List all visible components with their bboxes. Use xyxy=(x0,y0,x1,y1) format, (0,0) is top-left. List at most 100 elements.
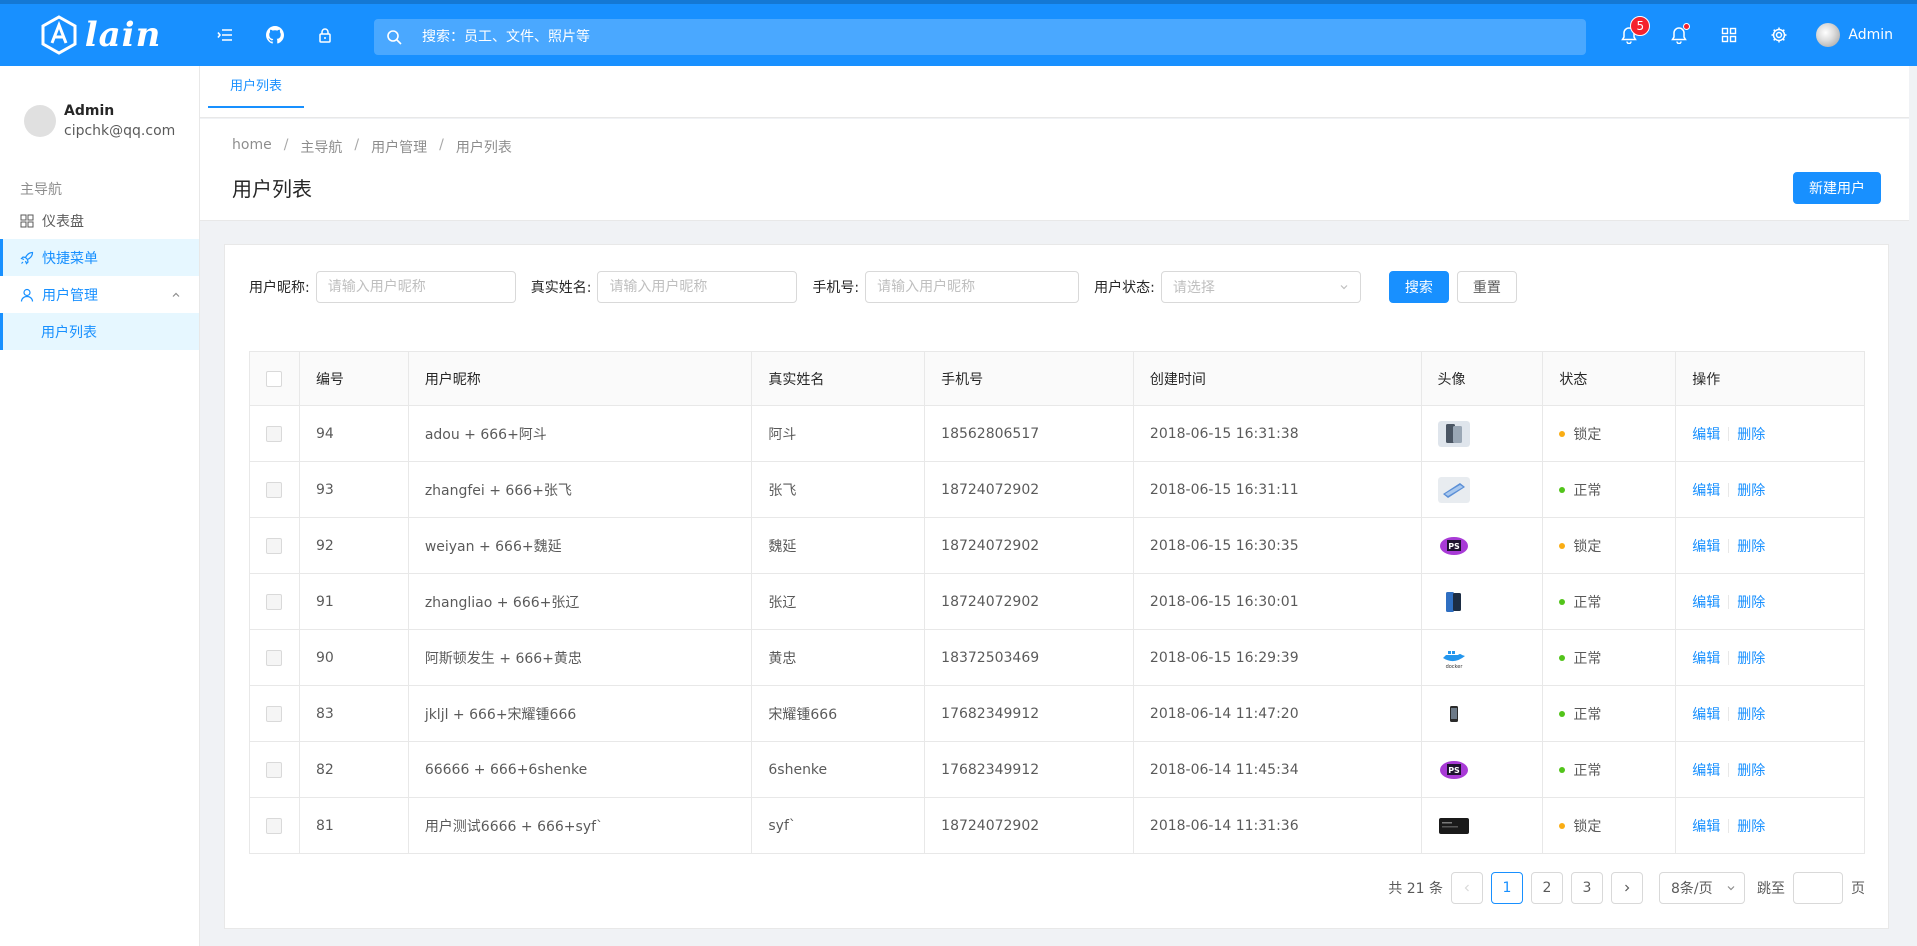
page-button-3[interactable]: 3 xyxy=(1571,872,1603,904)
delete-link[interactable]: 删除 xyxy=(1737,424,1765,444)
table-row[interactable]: 92 weiyan + 666+魏延 魏延 18724072902 2018-06-15… xyxy=(250,518,1864,574)
edit-link[interactable]: 编辑 xyxy=(1692,592,1720,612)
tab-user-list[interactable]: 用户列表 xyxy=(208,76,304,108)
notification-bell-icon[interactable]: 5 xyxy=(1604,10,1654,60)
column-header[interactable]: 状态 xyxy=(1543,352,1677,405)
table-row[interactable]: 91 zhangliao + 666+张辽 张辽 18724072902 2018-06… xyxy=(250,574,1864,630)
row-checkbox[interactable] xyxy=(266,705,283,722)
jump-page-input[interactable] xyxy=(1793,872,1843,904)
realname-input[interactable] xyxy=(597,271,798,303)
delete-link[interactable]: 删除 xyxy=(1737,480,1765,500)
github-icon[interactable] xyxy=(250,10,300,60)
column-header[interactable]: 创建时间 xyxy=(1134,352,1422,405)
table-row[interactable]: 82 66666 + 666+6shenke 6shenke 17682349912 2… xyxy=(250,742,1864,798)
header-user-menu[interactable]: Admin xyxy=(1804,23,1905,47)
delete-link[interactable]: 删除 xyxy=(1737,648,1765,668)
cell-actions: 编辑 删除 xyxy=(1676,462,1864,517)
task-bell-icon[interactable] xyxy=(1654,10,1704,60)
column-header[interactable]: 操作 xyxy=(1676,352,1864,405)
status-text: 正常 xyxy=(1573,762,1602,779)
sidebar-user-info[interactable]: Admin cipchk@qq.com xyxy=(0,66,199,148)
avatar-thumbnail[interactable] xyxy=(1437,588,1470,615)
user-table: 编号 用户昵称 真实姓名 手机号 创建时间 头像 状态 操作 94 adou + … xyxy=(249,351,1865,854)
cell-avatar: PS xyxy=(1422,742,1544,797)
column-header[interactable]: 用户昵称 xyxy=(409,352,753,405)
new-user-button[interactable]: 新建用户 xyxy=(1793,172,1881,204)
edit-link[interactable]: 编辑 xyxy=(1692,816,1720,836)
top-header: lain 5 Admin xyxy=(0,0,1917,66)
delete-link[interactable]: 删除 xyxy=(1737,536,1765,556)
edit-link[interactable]: 编辑 xyxy=(1692,704,1720,724)
nickname-label: 用户昵称: xyxy=(249,280,310,296)
nickname-input[interactable] xyxy=(315,271,516,303)
reset-button[interactable]: 重置 xyxy=(1456,271,1517,303)
column-header[interactable]: 头像 xyxy=(1422,352,1544,405)
row-checkbox[interactable] xyxy=(266,817,283,834)
row-checkbox[interactable] xyxy=(266,537,283,554)
breadcrumb-home[interactable]: home xyxy=(232,137,272,157)
breadcrumb-user-management[interactable]: 用户管理 xyxy=(371,137,427,157)
row-checkbox[interactable] xyxy=(266,425,283,442)
search-input[interactable] xyxy=(414,29,1586,45)
table-row[interactable]: 83 jkljl + 666+宋耀锺666 宋耀锺666 17682349912 201… xyxy=(250,686,1864,742)
settings-gear-icon[interactable] xyxy=(1754,10,1804,60)
page-button-1[interactable]: 1 xyxy=(1491,872,1523,904)
avatar-thumbnail[interactable]: docker xyxy=(1437,644,1470,671)
avatar-thumbnail[interactable] xyxy=(1437,420,1470,447)
column-header[interactable]: 真实姓名 xyxy=(752,352,926,405)
sidebar-item-user-management[interactable]: 用户管理 xyxy=(0,276,199,313)
page-button-2[interactable]: 2 xyxy=(1531,872,1563,904)
edit-link[interactable]: 编辑 xyxy=(1692,536,1720,556)
delete-link[interactable]: 删除 xyxy=(1737,704,1765,724)
logo[interactable]: lain xyxy=(0,4,200,66)
sidebar-subitem-user-list[interactable]: 用户列表 xyxy=(0,313,199,350)
delete-link[interactable]: 删除 xyxy=(1737,592,1765,612)
cell-realname: 魏延 xyxy=(752,518,926,573)
row-checkbox[interactable] xyxy=(266,761,283,778)
global-search[interactable] xyxy=(374,19,1586,55)
cell-nickname: zhangfei + 666+张飞 xyxy=(409,462,753,517)
status-dot xyxy=(1559,598,1566,605)
table-row[interactable]: 81 用户测试6666 + 666+syf` syf` 18724072902 2018… xyxy=(250,798,1864,854)
row-checkbox[interactable] xyxy=(266,593,283,610)
breadcrumb-main-nav[interactable]: 主导航 xyxy=(300,137,342,157)
phone-input[interactable] xyxy=(865,271,1080,303)
edit-link[interactable]: 编辑 xyxy=(1692,424,1720,444)
column-header[interactable]: 手机号 xyxy=(925,352,1134,405)
next-page-button[interactable] xyxy=(1611,872,1643,904)
edit-link[interactable]: 编辑 xyxy=(1692,648,1720,668)
breadcrumb-current: 用户列表 xyxy=(455,140,512,156)
cell-actions: 编辑 删除 xyxy=(1676,518,1864,573)
avatar-thumbnail[interactable]: PS xyxy=(1437,532,1470,559)
page-size-select[interactable]: 8条/页 xyxy=(1659,872,1745,904)
menu-toggle-icon[interactable] xyxy=(200,10,250,60)
vertical-scrollbar[interactable] xyxy=(1909,66,1917,946)
avatar-thumbnail[interactable] xyxy=(1437,700,1470,727)
table-row[interactable]: 93 zhangfei + 666+张飞 张飞 18724072902 2018-06-… xyxy=(250,462,1864,518)
lock-icon[interactable] xyxy=(300,10,350,60)
table-row[interactable]: 94 adou + 666+阿斗 阿斗 18562806517 2018-06-15 1… xyxy=(250,406,1864,462)
column-header[interactable]: 编号 xyxy=(300,352,409,405)
sidebar-item-shortcut[interactable]: 快捷菜单 xyxy=(0,239,199,276)
row-checkbox[interactable] xyxy=(266,649,283,666)
delete-link[interactable]: 删除 xyxy=(1737,760,1765,780)
prev-page-button[interactable] xyxy=(1451,872,1483,904)
avatar-thumbnail[interactable] xyxy=(1437,476,1470,503)
sidebar-item-dashboard[interactable]: 仪表盘 xyxy=(0,202,199,239)
select-all-checkbox[interactable] xyxy=(266,370,283,387)
status-select[interactable]: 请选择 xyxy=(1160,271,1361,303)
row-checkbox[interactable] xyxy=(266,481,283,498)
cell-phone: 18562806517 xyxy=(925,406,1134,461)
avatar-thumbnail[interactable] xyxy=(1437,812,1470,839)
search-button[interactable]: 搜索 xyxy=(1388,271,1449,303)
avatar-thumbnail[interactable]: PS xyxy=(1437,756,1470,783)
cell-actions: 编辑 删除 xyxy=(1676,406,1864,461)
apps-grid-icon[interactable] xyxy=(1704,10,1754,60)
edit-link[interactable]: 编辑 xyxy=(1692,760,1720,780)
edit-link[interactable]: 编辑 xyxy=(1692,480,1720,500)
delete-link[interactable]: 删除 xyxy=(1737,816,1765,836)
user-icon xyxy=(20,288,34,302)
status-dot xyxy=(1559,542,1566,549)
table-row[interactable]: 90 阿斯顿发生 + 666+黄忠 黄忠 18372503469 2018-06-15 … xyxy=(250,630,1864,686)
status-text: 锁定 xyxy=(1573,818,1602,835)
